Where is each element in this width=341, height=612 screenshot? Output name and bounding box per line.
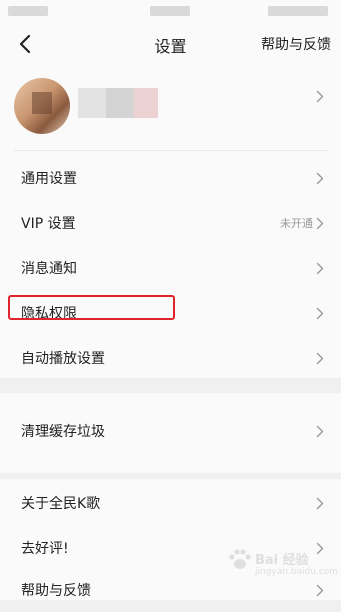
chevron-right-icon	[316, 262, 324, 275]
chevron-right-icon	[316, 90, 324, 103]
navigation-bar: 设置 帮助与反馈	[0, 22, 341, 66]
watermark-text: Bai 经验	[255, 553, 309, 568]
menu-item-notifications[interactable]: 消息通知	[0, 246, 341, 290]
chevron-right-icon	[316, 352, 324, 365]
menu-item-general[interactable]: 通用设置	[0, 156, 341, 200]
menu-item-label: 关于全民K歌	[21, 496, 101, 512]
chevron-right-icon	[316, 307, 324, 320]
chevron-right-icon	[316, 217, 324, 230]
profile-card[interactable]	[0, 66, 341, 150]
settings-group-main: 通用设置 VIP 设置 未开通 消息通知 隐私权限 自动播放设置	[0, 150, 341, 378]
menu-item-vip[interactable]: VIP 设置 未开通	[0, 201, 341, 245]
menu-item-label: 帮助与反馈	[21, 583, 91, 599]
menu-item-autoplay[interactable]: 自动播放设置	[0, 336, 341, 380]
menu-item-label: 自动播放设置	[21, 351, 105, 367]
avatar[interactable]	[14, 78, 70, 134]
menu-item-label: 消息通知	[21, 261, 77, 277]
menu-item-privacy[interactable]: 隐私权限	[0, 291, 341, 335]
chevron-right-icon	[316, 425, 324, 438]
menu-item-label: 清理缓存垃圾	[21, 424, 105, 440]
help-feedback-link[interactable]: 帮助与反馈	[261, 34, 331, 54]
menu-item-about[interactable]: 关于全民K歌	[0, 481, 341, 525]
status-time-blurred	[8, 6, 48, 16]
vip-status-value: 未开通	[280, 217, 313, 230]
nickname-blurred	[78, 88, 158, 118]
settings-group-cache: 清理缓存垃圾	[0, 393, 341, 473]
status-bar	[0, 0, 341, 22]
chevron-right-icon	[316, 497, 324, 510]
divider	[14, 150, 327, 151]
watermark-url: jingyan.baidu.com	[255, 567, 339, 577]
chevron-right-icon	[316, 172, 324, 185]
status-battery-blurred	[268, 6, 328, 16]
menu-item-label: 通用设置	[21, 171, 77, 187]
paw-logo-icon	[229, 549, 251, 569]
watermark: Bai 经验 jingyan.baidu.com	[225, 545, 339, 595]
status-signal-blurred	[150, 6, 190, 16]
menu-item-label: 隐私权限	[21, 306, 77, 322]
menu-item-label: VIP 设置	[21, 216, 76, 232]
menu-item-label: 去好评!	[21, 541, 69, 557]
menu-item-clear-cache[interactable]: 清理缓存垃圾	[0, 409, 341, 453]
